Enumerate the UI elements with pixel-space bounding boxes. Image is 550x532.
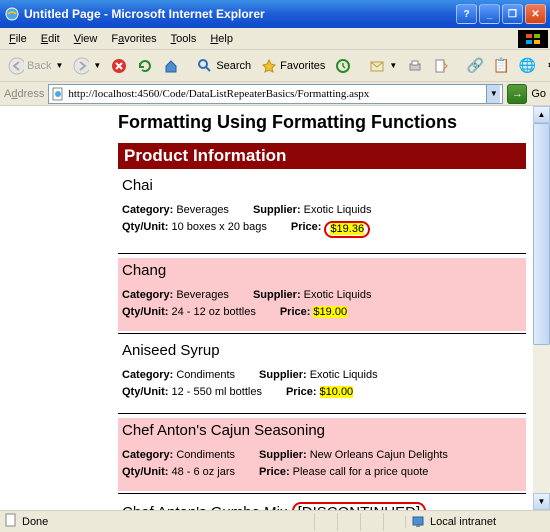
page-title: Formatting Using Formatting Functions	[118, 112, 526, 133]
window-titlebar: Untitled Page - Microsoft Internet Explo…	[0, 0, 550, 28]
search-icon	[197, 58, 213, 74]
category-value: Beverages	[176, 289, 229, 301]
menu-tools[interactable]: Tools	[164, 31, 204, 47]
minimize-button[interactable]: _	[479, 4, 500, 24]
qty-value: 10 boxes x 20 bags	[171, 221, 266, 238]
product-name: Chef Anton's Gumbo Mix [DISCONTINUED]	[122, 502, 522, 510]
tool-2[interactable]: 📋	[489, 56, 513, 76]
history-icon	[335, 58, 351, 74]
supplier-value: New Orleans Cajun Delights	[310, 449, 448, 461]
mail-icon	[369, 58, 385, 74]
price-value: $19.00	[313, 306, 347, 318]
status-text: Done	[22, 516, 48, 528]
address-label: Address	[4, 88, 44, 100]
tool-1[interactable]: 🔗	[463, 56, 487, 76]
address-bar: Address ▼ → Go	[0, 82, 550, 106]
discontinued-badge: [DISCONTINUED]	[292, 502, 427, 510]
home-button[interactable]	[159, 56, 183, 76]
page-icon	[4, 513, 18, 530]
chevron-down-icon: ▼	[93, 61, 101, 70]
url-box[interactable]: ▼	[48, 84, 503, 104]
star-icon	[261, 58, 277, 74]
search-button[interactable]: Search	[193, 56, 255, 76]
price-value: $10.00	[320, 386, 354, 398]
url-input[interactable]	[68, 88, 486, 100]
product-name: Chang	[122, 262, 522, 279]
help-button[interactable]: ?	[456, 4, 477, 24]
scroll-down-button[interactable]: ▼	[533, 493, 550, 510]
menu-file[interactable]: File	[2, 31, 34, 47]
category-value: Condiments	[176, 449, 235, 461]
print-button[interactable]	[403, 56, 427, 76]
url-dropdown[interactable]: ▼	[486, 85, 500, 103]
category-value: Beverages	[176, 204, 229, 216]
go-label: Go	[531, 88, 546, 100]
product-name: Aniseed Syrup	[122, 342, 522, 359]
window-title: Untitled Page - Microsoft Internet Explo…	[24, 7, 265, 21]
forward-button[interactable]: ▼	[69, 56, 105, 76]
tool-4[interactable]: ⚙	[541, 56, 550, 76]
supplier-value: Exotic Liquids	[310, 369, 378, 381]
stop-button[interactable]	[107, 56, 131, 76]
security-zone: Local intranet	[405, 516, 546, 528]
ie-icon	[4, 6, 20, 22]
favorites-button[interactable]: Favorites	[257, 56, 329, 76]
product-item: Aniseed SyrupCategory:CondimentsSupplier…	[118, 338, 526, 411]
scroll-up-button[interactable]: ▲	[533, 106, 550, 123]
toolbar: Back ▼ ▼ Search Favorites ▼ 🔗 📋 🌐 ⚙	[0, 50, 550, 82]
tool-3[interactable]: 🌐	[515, 56, 539, 76]
edit-icon	[433, 58, 449, 74]
menu-bar: File Edit View Favorites Tools Help	[0, 28, 550, 50]
qty-value: 12 - 550 ml bottles	[171, 386, 262, 398]
forward-icon	[73, 58, 89, 74]
section-header: Product Information	[118, 143, 526, 169]
supplier-value: Exotic Liquids	[304, 204, 372, 216]
intranet-icon	[412, 516, 426, 528]
mail-button[interactable]: ▼	[365, 56, 401, 76]
product-item: ChangCategory:BeveragesSupplier:Exotic L…	[118, 258, 526, 331]
supplier-value: Exotic Liquids	[304, 289, 372, 301]
close-button[interactable]: ✕	[525, 4, 546, 24]
refresh-button[interactable]	[133, 56, 157, 76]
qty-value: 24 - 12 oz bottles	[171, 306, 255, 318]
product-item: ChaiCategory:BeveragesSupplier:Exotic Li…	[118, 173, 526, 251]
status-bar: Done Local intranet	[0, 510, 550, 532]
go-button[interactable]: →	[507, 84, 527, 104]
menu-favorites[interactable]: Favorites	[104, 31, 163, 47]
page-icon	[51, 87, 65, 101]
menu-help[interactable]: Help	[203, 31, 240, 47]
print-icon	[407, 58, 423, 74]
scroll-thumb[interactable]	[533, 123, 550, 345]
history-button[interactable]	[331, 56, 355, 76]
home-icon	[163, 58, 179, 74]
vertical-scrollbar[interactable]: ▲ ▼	[533, 106, 550, 510]
back-button[interactable]: Back ▼	[4, 56, 67, 76]
product-item: Chef Anton's Gumbo Mix [DISCONTINUED]Cat…	[118, 498, 526, 510]
price-value: Please call for a price quote	[293, 466, 429, 478]
refresh-icon	[137, 58, 153, 74]
product-name: Chef Anton's Cajun Seasoning	[122, 422, 522, 439]
back-icon	[8, 58, 24, 74]
qty-value: 48 - 6 oz jars	[171, 466, 235, 478]
content-viewport: Formatting Using Formatting Functions Pro…	[0, 106, 550, 510]
edit-button[interactable]	[429, 56, 453, 76]
menu-edit[interactable]: Edit	[34, 31, 67, 47]
price-value: $19.36	[324, 221, 370, 238]
category-value: Condiments	[176, 369, 235, 381]
restore-button[interactable]: ❐	[502, 4, 523, 24]
chevron-down-icon: ▼	[55, 61, 63, 70]
stop-icon	[111, 58, 127, 74]
menu-view[interactable]: View	[67, 31, 105, 47]
product-item: Chef Anton's Cajun SeasoningCategory:Con…	[118, 418, 526, 491]
product-name: Chai	[122, 177, 522, 194]
ms-logo	[518, 30, 548, 48]
